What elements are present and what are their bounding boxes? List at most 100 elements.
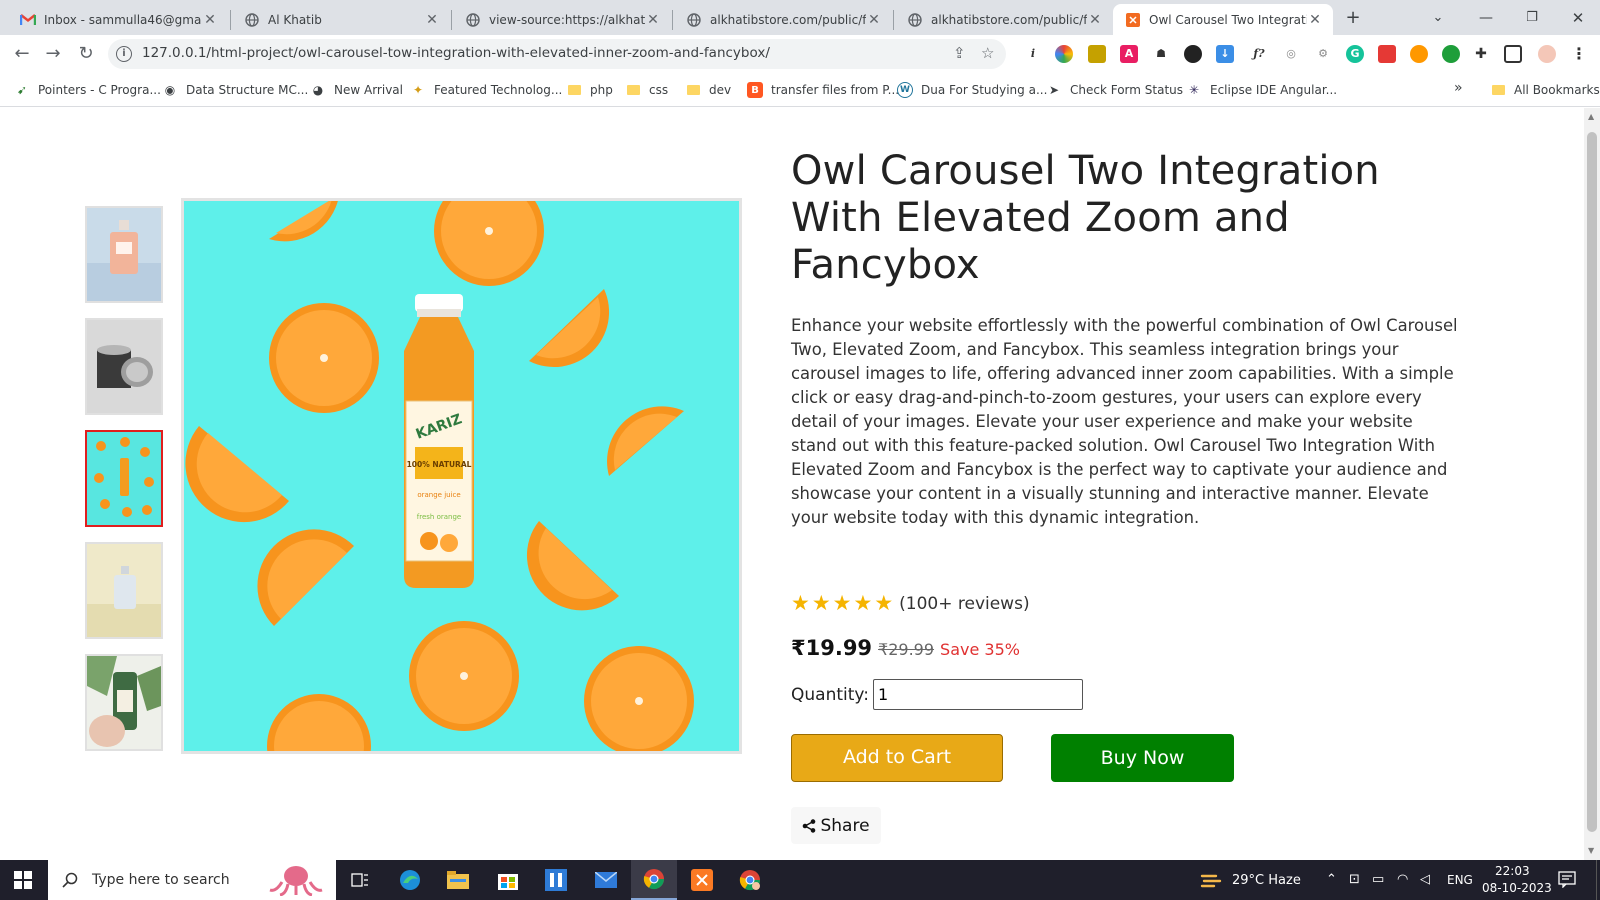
tab-alkhatibstore-2[interactable]: alkhatibstore.com/public/fro ✕ [895,4,1113,35]
html-icon [1125,12,1141,28]
more-bookmarks-chevron-icon[interactable]: » [1454,80,1463,96]
price-row: ₹19.99 ₹29.99 Save 35% [791,636,1020,660]
battery-icon[interactable]: ▭ [1372,872,1384,887]
extension-download-icon[interactable]: ↓ [1216,45,1234,63]
extension-globe-icon[interactable]: ◎ [1282,45,1300,63]
close-window-icon[interactable]: ✕ [1565,6,1591,30]
forward-arrow-icon[interactable]: → [40,41,66,67]
scroll-down-arrow-icon[interactable]: ▼ [1588,846,1594,855]
all-bookmarks-folder[interactable]: All Bookmarks [1490,82,1600,98]
extension-shield-icon[interactable] [1184,45,1202,63]
clock-date[interactable]: 08-10-2023 [1482,881,1552,895]
tab-owl-carousel-active[interactable]: Owl Carousel Two Integratio ✕ [1113,4,1333,35]
restore-icon[interactable]: ❐ [1519,6,1545,30]
task-view-icon[interactable] [337,860,383,900]
extension-gear-icon[interactable]: ⚙ [1314,45,1332,63]
tab-al-khatib[interactable]: Al Khatib ✕ [232,4,450,35]
extension-color-icon[interactable] [1055,45,1073,63]
bookmark-item[interactable]: ◉ Data Structure MC... [162,82,309,98]
bookmark-item[interactable]: ✦ Featured Technolog... [410,82,562,98]
cologne-thumbnail[interactable] [85,542,163,639]
back-arrow-icon[interactable]: ← [9,41,35,67]
add-to-cart-button[interactable]: Add to Cart [791,734,1003,782]
tab-gmail[interactable]: Inbox - sammulla46@gmail.c ✕ [8,4,228,35]
weather-text[interactable]: 29°C Haze [1232,873,1301,888]
weather-icon[interactable] [1200,870,1222,890]
clock-time[interactable]: 22:03 [1495,864,1530,878]
menu-kebab-icon[interactable]: ⋮ [1570,45,1588,63]
editor-app-icon[interactable] [533,860,579,900]
page-scrollbar[interactable]: ▲ ▼ [1584,108,1600,860]
orange-juice-thumbnail[interactable] [85,430,163,527]
chrome-icon[interactable] [631,860,677,900]
extension-text-icon[interactable]: A [1120,45,1138,63]
tab-close-icon[interactable]: ✕ [202,12,218,28]
review-count: (100+ reviews) [899,593,1030,614]
tab-close-icon[interactable]: ✕ [866,12,882,28]
tab-alkhatibstore-1[interactable]: alkhatibstore.com/public/fro ✕ [674,4,892,35]
mail-icon[interactable] [583,860,629,900]
eclipse-icon: ✳ [1188,83,1200,97]
extension-formula-icon[interactable]: ƒ? [1248,45,1270,63]
file-explorer-icon[interactable] [435,860,481,900]
bookmark-item[interactable]: ➹ Pointers - C Progra... [14,82,161,98]
bookmark-item[interactable]: ◕ New Arrival [310,82,403,98]
bookmark-item[interactable]: Btransfer files from P... [747,82,899,98]
extension-green-icon[interactable] [1442,45,1460,63]
bookmark-item[interactable]: ➤ Check Form Status [1046,82,1183,98]
volume-icon[interactable]: ◁ [1420,872,1430,887]
extensions-puzzle-icon[interactable]: ✚ [1472,45,1490,63]
show-desktop-edge[interactable] [1596,860,1600,900]
site-info-icon[interactable]: i [116,46,132,62]
microsoft-store-icon[interactable] [485,860,531,900]
tab-search-chevron-icon[interactable]: ⌄ [1425,6,1451,30]
tab-close-icon[interactable]: ✕ [645,12,661,28]
wifi-icon[interactable]: ◠ [1397,872,1408,887]
star-icon: ★ [811,591,831,615]
reload-icon[interactable]: ↻ [73,41,99,67]
windows-start-icon[interactable] [0,860,46,900]
minimize-icon[interactable]: — [1473,6,1499,30]
perfume-thumbnail[interactable] [85,206,163,303]
extension-pen-icon[interactable] [1378,45,1396,63]
new-tab-button[interactable]: + [1340,6,1366,30]
bookmark-star-icon[interactable]: ☆ [981,44,994,62]
notifications-icon[interactable] [1558,870,1576,889]
extension-orange-icon[interactable] [1410,45,1428,63]
tab-close-icon[interactable]: ✕ [1307,12,1323,28]
language-indicator[interactable]: ENG [1447,873,1473,887]
share-page-icon[interactable]: ⇪ [953,44,966,62]
edge-browser-icon[interactable] [387,860,433,900]
scrollbar-thumb[interactable] [1587,132,1597,832]
side-panel-icon[interactable] [1504,45,1522,63]
device-icon[interactable]: ⊡ [1349,872,1360,887]
extension-grammarly-icon[interactable]: G [1346,45,1364,63]
scroll-up-arrow-icon[interactable]: ▲ [1588,112,1594,121]
tab-view-source[interactable]: view-source:https://alkhatibs ✕ [453,4,671,35]
quantity-input[interactable] [872,679,1083,710]
bookmark-folder[interactable]: dev [685,82,731,98]
taskbar-search-box[interactable]: Type here to search [48,860,336,900]
tin-can-thumbnail[interactable] [85,318,163,415]
bookmark-folder[interactable]: php [566,82,613,98]
share-label: Share [820,815,870,836]
chrome-profile-icon[interactable] [727,860,773,900]
tab-close-icon[interactable]: ✕ [1087,12,1103,28]
profile-avatar-icon[interactable] [1538,45,1556,63]
share-button[interactable]: Share [791,807,881,844]
show-hidden-icons-chevron-icon[interactable]: ⌃ [1326,872,1337,887]
xampp-icon[interactable] [679,860,725,900]
buy-now-button[interactable]: Buy Now [1051,734,1234,782]
bookmark-item[interactable]: W Dua For Studying a... [897,82,1047,98]
address-bar[interactable]: i 127.0.0.1/html-project/owl-carousel-to… [108,39,1006,69]
shampoo-thumbnail[interactable] [85,654,163,751]
extension-cat-icon[interactable]: ☗ [1152,45,1170,63]
address-bar-url[interactable]: 127.0.0.1/html-project/owl-carousel-tow-… [142,45,770,61]
bookmark-folder[interactable]: css [625,82,668,98]
main-product-image[interactable]: KARIZ 100% NATURAL orange juice fresh or… [181,198,742,754]
bookmark-item[interactable]: ✳ Eclipse IDE Angular... [1186,82,1337,98]
extension-info-icon[interactable]: i [1024,45,1042,63]
star-icon: ★ [832,591,852,615]
extension-folder-icon[interactable] [1088,45,1106,63]
tab-close-icon[interactable]: ✕ [424,12,440,28]
